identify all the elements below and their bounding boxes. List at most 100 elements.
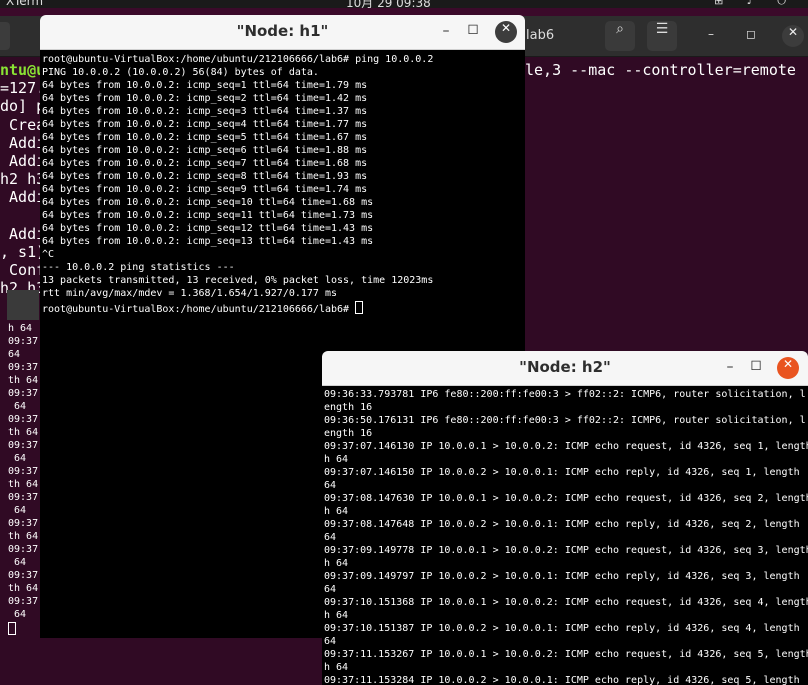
h1-output-line-text: 64 bytes from 10.0.0.2: icmp_seq=11 ttl=… [42,210,374,221]
h2-output-line-text: h 64 [324,662,349,673]
h1-output-line: root@ubuntu-VirtualBox:/home/ubuntu/2121… [42,54,525,67]
h2-titlebar[interactable]: "Node: h2" – ◻ ✕ [322,351,808,386]
h2-terminal[interactable]: 09:36:33.793781 IP6 fe80::200:ff:fe00:3 … [322,386,808,685]
h2-output-line-text: h 64 [324,558,349,569]
h1-titlebar[interactable]: "Node: h1" – ◻ ✕ [40,15,525,50]
h2-output-line: 64 [324,480,808,493]
h1-output-line: 64 bytes from 10.0.0.2: icmp_seq=9 ttl=6… [42,184,525,197]
bg-text: =127. [0,79,46,98]
bg-text-cursor [8,622,16,635]
h2-output-line: h 64 [324,506,808,519]
bg-terminal-line: ntu@u [0,61,45,81]
h2-output-line: 09:36:33.793781 IP6 fe80::200:ff:fe00:3 … [324,389,808,402]
h1-output-line: 64 bytes from 10.0.0.2: icmp_seq=4 ttl=6… [42,119,525,132]
h1-output-line: 64 bytes from 10.0.0.2: icmp_seq=6 ttl=6… [42,145,525,158]
h1-output-line-text: 13 packets transmitted, 13 received, 0% … [42,275,434,286]
bg-maximize-button[interactable]: ◻ [742,27,760,45]
h2-minimize-button[interactable]: – [719,359,741,381]
bg-terminal-line: =127. [0,79,45,99]
h2-maximize-button[interactable]: ◻ [745,357,767,379]
h2-output-line: h 64 [324,610,808,623]
h2-output-line: 09:37:09.149778 IP 10.0.0.1 > 10.0.0.2: … [324,545,808,558]
clock[interactable]: 10月 29 09:38 [346,0,431,8]
h1-output-line-text: 64 bytes from 10.0.0.2: icmp_seq=3 ttl=6… [42,106,368,117]
h2-output-line-text: 09:37:09.149778 IP 10.0.0.1 > 10.0.0.2: … [324,545,808,556]
h2-output-line: 09:37:11.153284 IP 10.0.0.2 > 10.0.0.1: … [324,675,808,685]
h2-output-line: 09:37:07.146150 IP 10.0.0.2 > 10.0.0.1: … [324,467,808,480]
bg-terminal-line: Conf [0,261,45,281]
h1-output-line-text: 64 bytes from 10.0.0.2: icmp_seq=4 ttl=6… [42,119,368,130]
h2-output-line-text: 09:37:11.153284 IP 10.0.0.2 > 10.0.0.1: … [324,675,800,685]
bg-close-button[interactable]: ✕ [782,25,804,47]
h2-output-line: 09:37:07.146130 IP 10.0.0.1 > 10.0.0.2: … [324,441,808,454]
bg-terminal-line: do] p [0,97,45,117]
h2-output-line: h 64 [324,454,808,467]
h1-output-line: 13 packets transmitted, 13 received, 0% … [42,275,525,288]
bg-text: h2 h3 [0,170,46,189]
bg-terminal-line: Addi [0,134,45,154]
h2-close-button[interactable]: ✕ [777,357,799,379]
h2-output-line: ength 16 [324,402,808,415]
h1-minimize-button[interactable]: – [435,23,457,45]
bg-shadow-block [7,290,39,320]
h2-output-line: 09:37:09.149797 IP 10.0.0.2 > 10.0.0.1: … [324,571,808,584]
h2-output-line-text: 64 [324,532,337,543]
h1-output-line-text: rtt min/avg/max/mdev = 1.368/1.654/1.927… [42,288,338,299]
h1-output-line-text: 64 bytes from 10.0.0.2: icmp_seq=8 ttl=6… [42,171,368,182]
h1-output-line-text: root@ubuntu-VirtualBox:/home/ubuntu/2121… [42,304,356,315]
h1-output-line-text: 64 bytes from 10.0.0.2: icmp_seq=12 ttl=… [42,223,374,234]
active-app-name[interactable]: XTerm [6,0,43,8]
text-cursor [355,301,364,314]
h1-output-line-text: PING 10.0.0.2 (10.0.0.2) 56(84) bytes of… [42,67,319,78]
h2-output-line-text: 09:37:07.146130 IP 10.0.0.1 > 10.0.0.2: … [324,441,808,452]
h2-output-line-text: h 64 [324,506,349,517]
h1-output-line: 64 bytes from 10.0.0.2: icmp_seq=2 ttl=6… [42,93,525,106]
bg-terminal-line: , s1) [0,243,45,263]
h1-output-line-text: 64 bytes from 10.0.0.2: icmp_seq=5 ttl=6… [42,132,368,143]
bg-terminal-line: h2 h3 [0,170,45,190]
bg-text: do] p [0,97,46,116]
search-icon[interactable]: ⌕ [605,21,635,51]
h1-output-line: 64 bytes from 10.0.0.2: icmp_seq=5 ttl=6… [42,132,525,145]
h2-output-line-text: 64 [324,636,337,647]
h1-output-line: rtt min/avg/max/mdev = 1.368/1.654/1.927… [42,288,525,301]
h2-output-line-text: 09:37:10.151387 IP 10.0.0.2 > 10.0.0.1: … [324,623,800,634]
bg-text: Crea [0,115,46,134]
h2-output-line-text: 09:36:33.793781 IP6 fe80::200:ff:fe00:3 … [324,389,806,400]
bg-terminal-new-tab-button[interactable] [0,22,10,50]
h1-output-line-text: root@ubuntu-VirtualBox:/home/ubuntu/2121… [42,54,434,65]
bg-terminal-line: Crea [0,116,45,136]
h2-output-line-text: 09:37:08.147648 IP 10.0.0.2 > 10.0.0.1: … [324,519,800,530]
h2-output-line: 09:37:10.151368 IP 10.0.0.1 > 10.0.0.2: … [324,597,808,610]
bg-text: Addi [0,188,46,207]
bg-minimize-button[interactable]: – [702,27,720,45]
h1-output-line: ^C [42,249,525,262]
h1-output-line: PING 10.0.0.2 (10.0.0.2) 56(84) bytes of… [42,67,525,80]
bg-terminal-line: Addi [0,225,45,245]
h2-output-line: 64 [324,532,808,545]
h1-output-line: root@ubuntu-VirtualBox:/home/ubuntu/2121… [42,301,525,315]
bg-text: Addi [0,133,46,152]
h2-output-line-text: ength 16 [324,402,373,413]
h1-output-line: 64 bytes from 10.0.0.2: icmp_seq=11 ttl=… [42,210,525,223]
top-bar: XTerm 10月 29 09:38 ⊞ ♪ ⏻ [0,0,808,8]
h1-output-line-text: --- 10.0.0.2 ping statistics --- [42,262,235,273]
h2-output-line-text: 09:37:08.147630 IP 10.0.0.1 > 10.0.0.2: … [324,493,808,504]
h1-output-line-text: ^C [42,249,55,260]
bg-text: Addi [0,224,46,243]
system-tray[interactable]: ⊞ ♪ ⏻ [714,0,796,8]
h1-output-line-text: 64 bytes from 10.0.0.2: icmp_seq=13 ttl=… [42,236,374,247]
h2-output-line-text: 09:36:50.176131 IP6 fe80::200:ff:fe00:3 … [324,415,806,426]
h1-output-line: 64 bytes from 10.0.0.2: icmp_seq=7 ttl=6… [42,158,525,171]
bg-command-tail: le,3 --mac --controller=remote [525,61,796,79]
h1-output-line: 64 bytes from 10.0.0.2: icmp_seq=1 ttl=6… [42,80,525,93]
h1-close-button[interactable]: ✕ [495,21,517,43]
h2-output-line-text: 09:37:10.151368 IP 10.0.0.1 > 10.0.0.2: … [324,597,808,608]
hamburger-menu-icon[interactable]: ☰ [647,21,677,51]
h2-output-line: 64 [324,584,808,597]
h2-output-line: 64 [324,636,808,649]
h1-maximize-button[interactable]: ◻ [462,21,484,43]
h1-output-line-text: 64 bytes from 10.0.0.2: icmp_seq=2 ttl=6… [42,93,368,104]
bg-prompt: ntu@u [0,61,46,79]
h1-output-line: 64 bytes from 10.0.0.2: icmp_seq=3 ttl=6… [42,106,525,119]
